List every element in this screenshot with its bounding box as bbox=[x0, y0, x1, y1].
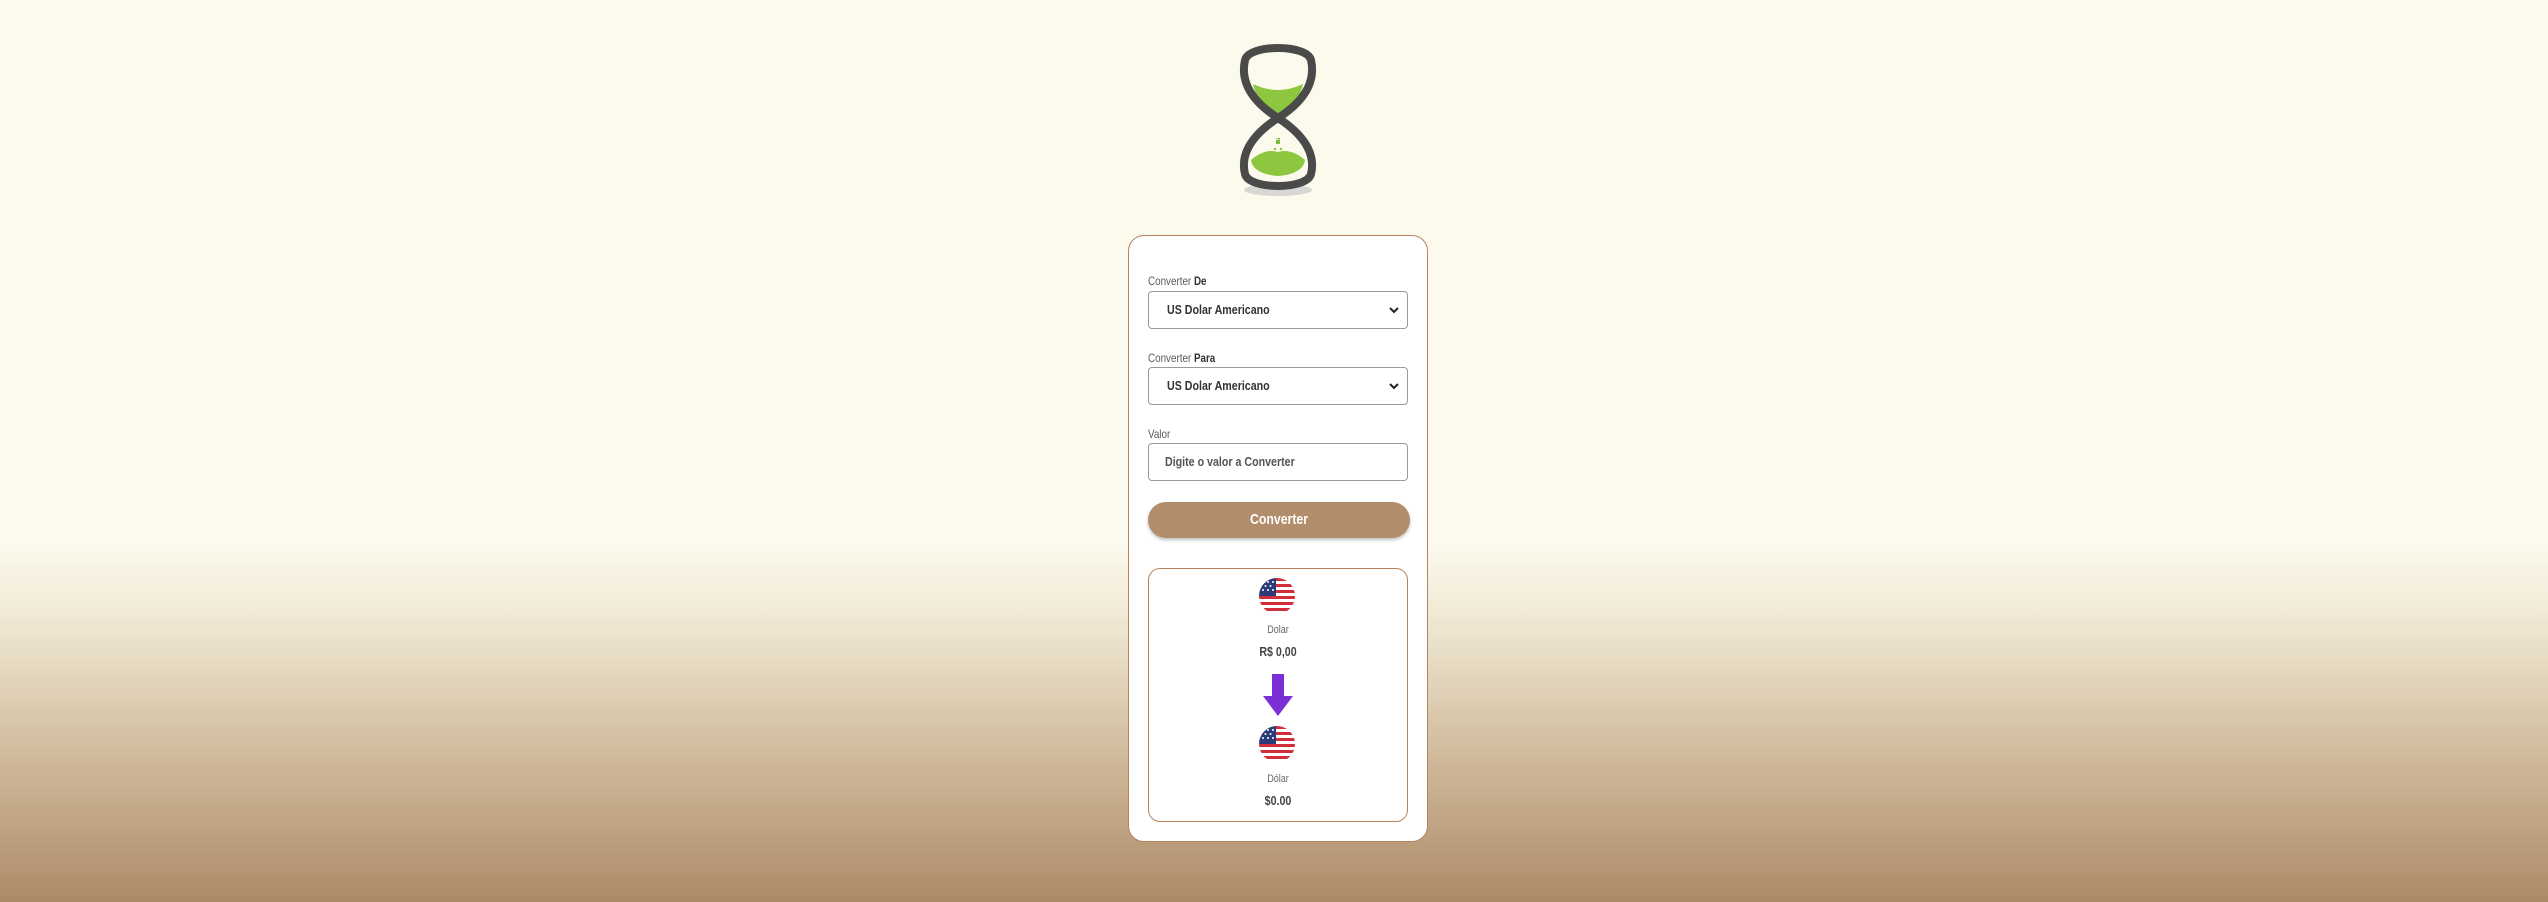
from-label-prefix: Converter bbox=[1148, 274, 1192, 288]
chevron-down-icon bbox=[1389, 383, 1399, 390]
to-currency-amount: $0.00 bbox=[1264, 793, 1292, 808]
from-label: Converter De bbox=[1148, 274, 1207, 288]
from-label-strong: De bbox=[1193, 274, 1207, 288]
amount-placeholder: Digite o valor a Converter bbox=[1165, 454, 1295, 469]
from-currency-select[interactable]: US Dolar Americano bbox=[1148, 291, 1408, 329]
chevron-down-icon bbox=[1389, 307, 1399, 314]
convert-button-label: Converter bbox=[1249, 511, 1309, 528]
amount-input[interactable]: Digite o valor a Converter bbox=[1148, 443, 1408, 481]
from-currency-amount: R$ 0,00 bbox=[1259, 644, 1297, 659]
from-currency-value: US Dolar Americano bbox=[1167, 302, 1270, 317]
to-label: Converter Para bbox=[1148, 351, 1215, 365]
to-currency-name: Dólar bbox=[1267, 773, 1289, 785]
amount-label: Valor bbox=[1148, 427, 1171, 441]
to-label-prefix: Converter bbox=[1148, 351, 1192, 365]
svg-text:z: z bbox=[1276, 136, 1281, 146]
us-flag-icon bbox=[1259, 578, 1295, 614]
to-currency-value: US Dolar Americano bbox=[1167, 378, 1270, 393]
from-currency-name: Dolar bbox=[1267, 624, 1289, 636]
to-currency-select[interactable]: US Dolar Americano bbox=[1148, 367, 1408, 405]
hourglass-logo-icon: z bbox=[1227, 36, 1329, 198]
convert-button[interactable]: Converter bbox=[1148, 502, 1410, 538]
arrow-down-icon bbox=[1263, 674, 1293, 716]
us-flag-icon bbox=[1259, 726, 1295, 762]
converter-card: Converter De US Dolar Americano Converte… bbox=[1128, 235, 1428, 842]
to-label-strong: Para bbox=[1193, 351, 1216, 365]
conversion-result-panel: Dolar R$ 0,00 Dólar $0.00 bbox=[1148, 568, 1408, 822]
